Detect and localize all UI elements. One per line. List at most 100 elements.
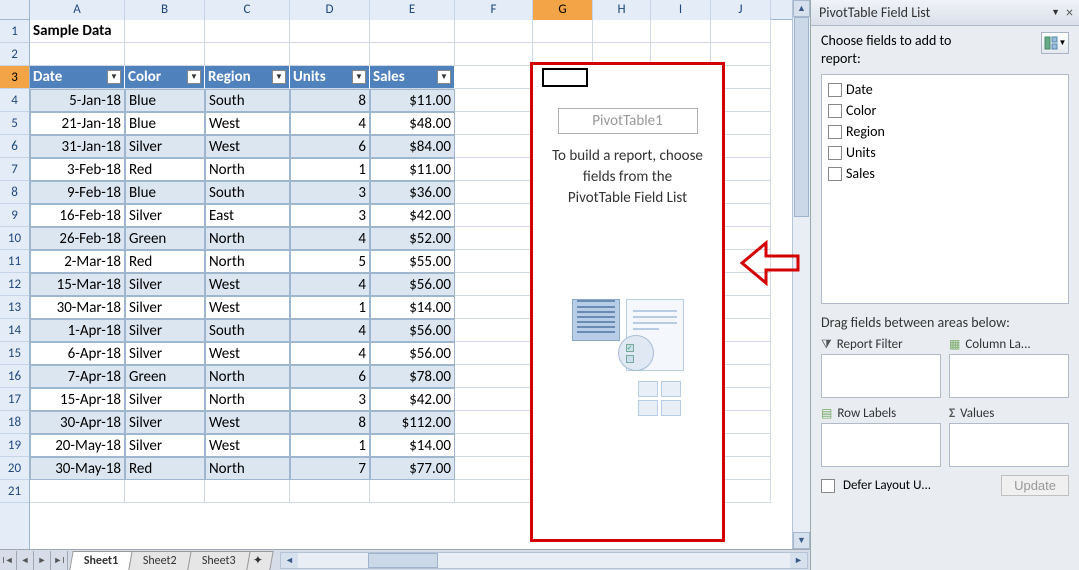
field-layout-button[interactable]: ▼ [1041,32,1069,54]
column-header-F[interactable]: F [455,0,533,20]
cell[interactable]: $14.00 [370,434,455,457]
filter-dropdown-icon[interactable]: ▼ [272,70,286,84]
column-header-B[interactable]: B [125,0,205,20]
cell[interactable] [455,434,533,457]
first-sheet-button[interactable]: I◄ [0,551,17,570]
cell[interactable] [290,43,370,66]
values-area[interactable] [949,423,1069,467]
cell[interactable] [711,20,771,43]
field-checkbox-units[interactable] [828,146,842,160]
cell[interactable]: Red [125,457,205,480]
cell[interactable]: Silver [125,411,205,434]
pane-close-button[interactable]: × [1066,4,1073,21]
cell[interactable]: $112.00 [370,411,455,434]
cell[interactable]: Silver [125,273,205,296]
cell[interactable]: $56.00 [370,273,455,296]
select-all-corner[interactable] [0,0,30,20]
row-header-21[interactable]: 21 [0,480,29,503]
cell[interactable]: 15-Mar-18 [30,273,125,296]
cell[interactable] [455,181,533,204]
row-header-7[interactable]: 7 [0,158,29,181]
cell[interactable] [30,480,125,503]
cell[interactable] [455,411,533,434]
table-header-units[interactable]: Units▼ [290,66,370,89]
cell[interactable]: 30-Apr-18 [30,411,125,434]
cell[interactable]: 7 [290,457,370,480]
cell[interactable]: 6 [290,365,370,388]
field-list[interactable]: DateColorRegionUnitsSales [821,74,1069,304]
row-header-3[interactable]: 3 [0,66,29,89]
cell[interactable] [30,43,125,66]
column-header-I[interactable]: I [651,0,711,20]
cell[interactable]: Blue [125,89,205,112]
cell[interactable]: Silver [125,388,205,411]
field-checkbox-color[interactable] [828,104,842,118]
cell[interactable] [455,480,533,503]
scroll-right-button[interactable]: ► [790,553,807,568]
cell[interactable]: North [205,388,290,411]
cell[interactable] [205,43,290,66]
cell[interactable]: 6 [290,135,370,158]
field-checkbox-sales[interactable] [828,167,842,181]
cell[interactable]: 1 [290,158,370,181]
cell[interactable]: $52.00 [370,227,455,250]
cell[interactable] [290,20,370,43]
scroll-down-button[interactable]: ▼ [793,532,810,549]
field-item-region[interactable]: Region [826,121,1064,142]
cell[interactable] [205,20,290,43]
cell[interactable] [533,20,593,43]
column-header-J[interactable]: J [711,0,771,20]
sheet-nav-buttons[interactable]: I◄ ◄ ► ►I [0,551,68,570]
cell[interactable]: $84.00 [370,135,455,158]
cell[interactable]: West [205,411,290,434]
cell[interactable]: $11.00 [370,89,455,112]
scroll-left-button[interactable]: ◄ [281,553,298,568]
cell[interactable]: West [205,112,290,135]
row-header-6[interactable]: 6 [0,135,29,158]
filter-dropdown-icon[interactable]: ▼ [107,70,121,84]
cell[interactable]: West [205,296,290,319]
cell[interactable]: 1-Apr-18 [30,319,125,342]
row-header-12[interactable]: 12 [0,273,29,296]
field-checkbox-region[interactable] [828,125,842,139]
cell[interactable]: 16-Feb-18 [30,204,125,227]
cell[interactable]: 1 [290,296,370,319]
cell[interactable] [455,20,533,43]
cell[interactable]: 21-Jan-18 [30,112,125,135]
cell[interactable]: Blue [125,181,205,204]
cell[interactable]: 20-May-18 [30,434,125,457]
cell[interactable]: 3 [290,181,370,204]
pane-menu-dropdown[interactable]: ▼ [1051,7,1060,18]
cell[interactable] [370,43,455,66]
cell[interactable]: South [205,319,290,342]
cell[interactable]: 30-Mar-18 [30,296,125,319]
cell[interactable]: $77.00 [370,457,455,480]
table-header-date[interactable]: Date▼ [30,66,125,89]
cell[interactable]: North [205,158,290,181]
row-header-9[interactable]: 9 [0,204,29,227]
cell[interactable] [370,480,455,503]
cell[interactable]: South [205,181,290,204]
defer-layout-checkbox[interactable] [821,479,835,493]
row-header-2[interactable]: 2 [0,43,29,66]
row-header-15[interactable]: 15 [0,342,29,365]
cell[interactable] [455,388,533,411]
row-header-14[interactable]: 14 [0,319,29,342]
row-header-10[interactable]: 10 [0,227,29,250]
cell[interactable]: Silver [125,342,205,365]
cell[interactable] [455,296,533,319]
cell[interactable]: 3 [290,204,370,227]
cell[interactable]: $42.00 [370,388,455,411]
row-header-18[interactable]: 18 [0,411,29,434]
cell[interactable]: Silver [125,204,205,227]
vertical-scroll-thumb[interactable] [794,17,809,217]
cell[interactable]: $36.00 [370,181,455,204]
row-header-20[interactable]: 20 [0,457,29,480]
horizontal-scroll-thumb[interactable] [368,553,438,568]
cell[interactable] [455,89,533,112]
cell[interactable]: West [205,342,290,365]
cell[interactable] [455,273,533,296]
row-header-1[interactable]: 1 [0,20,29,43]
update-button[interactable]: Update [1001,475,1069,496]
cell[interactable]: $56.00 [370,342,455,365]
